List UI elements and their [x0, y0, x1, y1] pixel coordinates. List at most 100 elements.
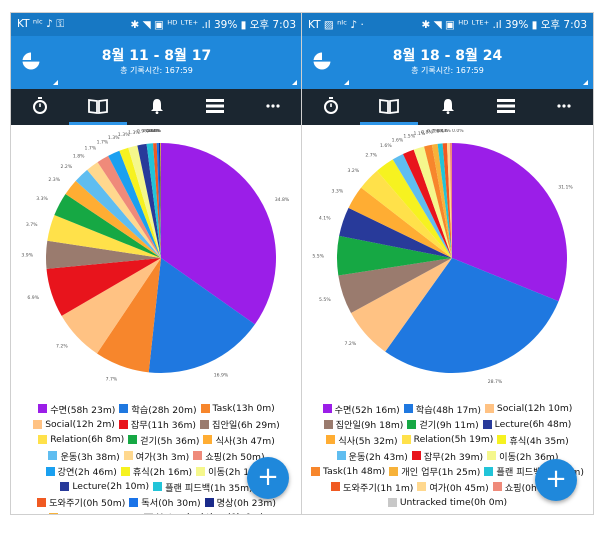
list-icon — [496, 98, 515, 113]
pie-chart: 31.1%28.7%7.2%5.5%5.5%4.1%3.3%3.2%2.7%1.… — [312, 129, 573, 385]
dropdown-corner-icon[interactable] — [344, 80, 349, 85]
legend-item: Lecture(6h 48m) — [482, 418, 572, 430]
legend-item: 잡무(11h 36m) — [118, 417, 196, 431]
legend-swatch — [144, 513, 154, 514]
tab-list[interactable] — [477, 89, 535, 122]
date-range[interactable]: 8월 11 - 8월 17 — [11, 45, 302, 65]
legend-label: 학습(48h 17m) — [415, 404, 481, 416]
slice-percent-label: 6.9% — [27, 295, 39, 301]
list-icon — [205, 98, 224, 113]
legend-item: Untracked time(0h 0m) — [144, 512, 264, 514]
legend-swatch — [482, 419, 492, 429]
legend-swatch — [487, 451, 497, 461]
legend-swatch — [119, 404, 129, 414]
legend-swatch — [128, 435, 138, 445]
slice-percent-label: 2.7% — [365, 152, 377, 158]
legend-swatch — [60, 482, 70, 492]
legend-row: 개인 업무(0h 15m) Untracked time(0h 0m) — [11, 510, 302, 514]
book-icon — [88, 98, 109, 114]
legend-label: 운동(3h 38m) — [60, 451, 120, 463]
legend-swatch — [417, 482, 427, 492]
legend-row: Relation(6h 8m) 걷기(5h 36m) 식사(3h 47m) — [11, 432, 302, 448]
dropdown-corner-icon[interactable] — [583, 80, 588, 85]
legend-item: 개인 업무(0h 15m) — [49, 511, 140, 514]
tab-records[interactable] — [69, 89, 128, 125]
status-right: ✱ ◥ ▣ ᴴᴰ ᴸᵀᴱ⁺ .ıl 39% ▮ 오후 7:03 — [421, 19, 587, 31]
legend-item: 식사(3h 47m) — [203, 433, 275, 447]
legend-swatch — [401, 435, 411, 445]
tab-bar — [302, 89, 593, 125]
pie-chart: 34.8% 16.9% 7.7% 7.2% 6.9% 3.9% 3.7% 3.3% 2.3% 2.… — [21, 129, 290, 382]
slice-percent-label: 7.2% — [56, 344, 68, 350]
app-header: 8월 11 - 8월 17 총 기록시간: 167:59 — [11, 36, 302, 89]
add-record-button[interactable]: + — [247, 457, 289, 499]
screen-right: KT ▨ ⁿᴵᶜ ♪ · ✱ ◥ ▣ ᴴᴰ ᴸᵀᴱ⁺ .ıl 39% ▮ 오후 … — [301, 12, 594, 515]
legend-item: Task(1h 48m) — [311, 466, 385, 477]
legend-item: 집안일(6h 29m) — [200, 417, 280, 431]
legend-item: 학습(28h 20m) — [119, 402, 197, 416]
legend-swatch — [33, 419, 43, 429]
legend-item: 개인 업무(1h 25m) — [389, 464, 480, 478]
legend-item: 독서(0h 30m) — [129, 495, 201, 510]
legend-swatch — [196, 466, 206, 476]
dropdown-corner-icon[interactable] — [292, 80, 297, 85]
legend-label: 식사(3h 47m) — [215, 435, 275, 447]
legend-label: Social(12h 10m) — [496, 403, 573, 415]
slice-percent-label: 0.0% — [149, 129, 161, 134]
legend-swatch — [322, 404, 332, 414]
add-record-button[interactable]: + — [535, 459, 577, 501]
legend-label: Lecture(6h 48m) — [494, 418, 572, 430]
legend-label: 개인 업무(1h 25m) — [401, 467, 481, 479]
legend-item: 강연(2h 46m) — [45, 464, 117, 478]
slice-percent-label: 7.2% — [345, 341, 357, 347]
bell-icon — [150, 98, 163, 114]
legend-swatch — [193, 451, 203, 461]
slice-percent-label: 2.2% — [61, 164, 73, 170]
tab-timer[interactable] — [302, 89, 360, 122]
legend-label: 도와주기(0h 50m) — [49, 498, 126, 510]
tab-list[interactable] — [186, 89, 244, 122]
tab-notifications[interactable] — [418, 89, 476, 122]
tab-timer[interactable] — [11, 89, 69, 122]
legend-swatch — [49, 513, 59, 514]
slice-percent-label: 31.1% — [558, 185, 573, 191]
legend-swatch — [48, 451, 58, 461]
tab-more[interactable] — [535, 89, 593, 122]
legend-label: 독서(0h 30m) — [141, 498, 201, 510]
tab-records[interactable] — [360, 89, 419, 125]
status-left: KT ⁿᴵᶜ ♪ ⚿ — [17, 18, 65, 30]
legend-swatch — [38, 404, 48, 414]
legend-swatch — [387, 497, 397, 507]
legend-swatch — [203, 435, 213, 445]
legend-row: 집안일(9h 18m) 걷기(9h 11m) Lecture(6h 48m) — [302, 417, 593, 433]
slice-percent-label: 28.7% — [488, 379, 503, 385]
legend-label: 잡무(2h 39m) — [423, 451, 484, 463]
legend-item: Relation(5h 19m) — [401, 434, 493, 445]
tab-notifications[interactable] — [127, 89, 185, 122]
slice-percent-label: 5.5% — [312, 253, 324, 259]
legend-item: 쇼핑(2h 50m) — [193, 449, 265, 463]
legend-item: Task(13h 0m) — [200, 403, 275, 415]
slice-percent-label: 1.8% — [73, 153, 85, 159]
more-icon — [557, 103, 571, 108]
legend-item: 걷기(5h 36m) — [128, 433, 199, 447]
legend-item: Untracked time(0h 0m) — [387, 497, 507, 508]
slice-percent-label: 3.3% — [36, 196, 48, 202]
slice-percent-label: 3.2% — [348, 168, 360, 174]
legend-label: 걷기(5h 36m) — [140, 435, 200, 447]
legend-swatch — [118, 419, 128, 429]
legend-row: 식사(5h 32m) Relation(5h 19m) 휴식(4h 35m) — [302, 432, 593, 448]
legend-label: 운동(2h 43m) — [348, 451, 408, 463]
legend-swatch — [497, 435, 507, 445]
tab-more[interactable] — [244, 89, 302, 122]
dropdown-corner-icon[interactable] — [53, 80, 58, 85]
legend-item: 수면(58h 23m) — [38, 402, 115, 416]
date-range[interactable]: 8월 18 - 8월 24 — [302, 45, 593, 65]
legend-label: Task(13h 0m) — [212, 403, 275, 415]
legend-item: 여가(0h 45m) — [417, 480, 489, 494]
legend-label: 걷기(9h 11m) — [419, 420, 479, 432]
legend-swatch — [484, 404, 494, 414]
legend-item: Relation(6h 8m) — [38, 434, 124, 445]
legend-item: 걷기(9h 11m) — [407, 417, 479, 432]
legend-label: 휴식(4h 35m) — [509, 435, 569, 447]
